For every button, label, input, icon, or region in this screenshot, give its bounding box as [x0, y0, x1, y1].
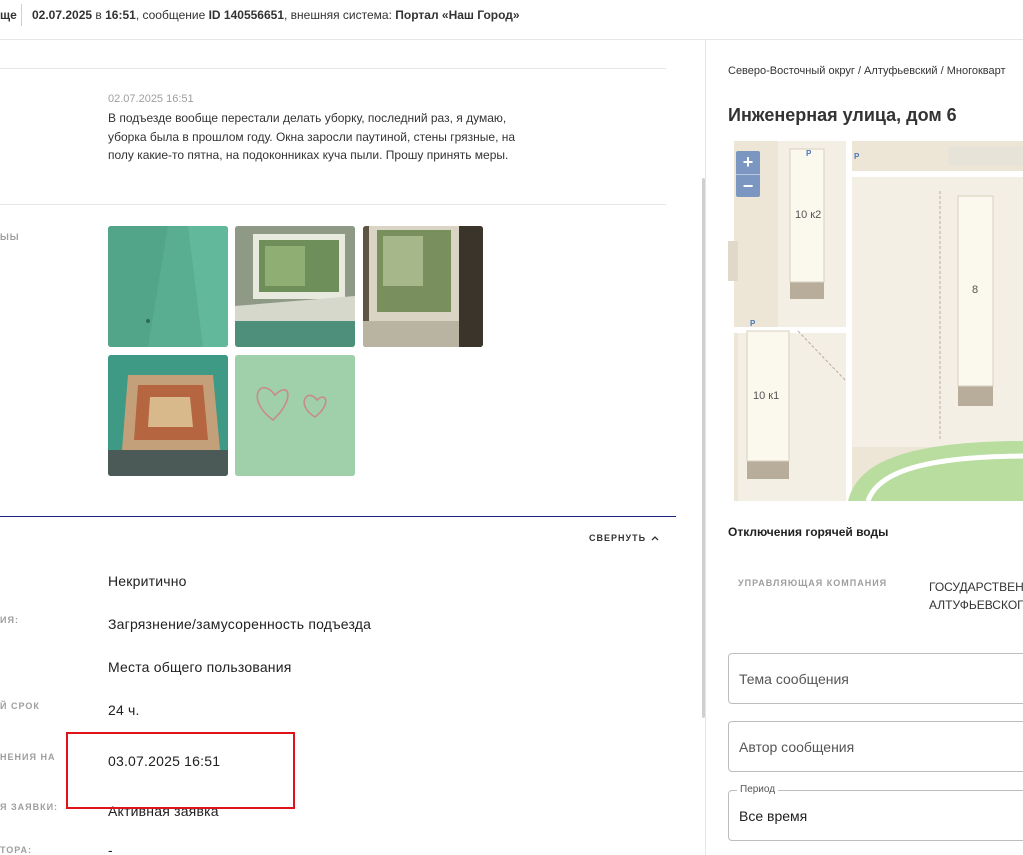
address-panel: Северо-Восточный округ / Алтуфьевский / …: [706, 40, 1023, 855]
hot-water-outages-title: Отключения горячей воды: [728, 525, 889, 539]
detail-value-location: Места общего пользования: [108, 659, 292, 675]
detail-value-criticality: Некритично: [108, 573, 187, 589]
management-company-label: УПРАВЛЯЮЩАЯ КОМПАНИЯ: [738, 578, 888, 588]
collapse-button[interactable]: СВЕРНУТЬ: [589, 533, 659, 543]
detail-label: Я ЗАЯВКИ:: [0, 802, 59, 812]
photos-label: ЫЫ: [0, 232, 20, 242]
zoom-out-button[interactable]: −: [736, 174, 760, 197]
message-date: 02.07.2025 16:51: [108, 93, 194, 105]
chevron-up-icon: [651, 536, 659, 541]
header-msg-prefix: , сообщение: [135, 8, 209, 22]
photo-thumbnail[interactable]: [235, 226, 355, 347]
header-system-prefix: , внешняя система:: [284, 8, 396, 22]
photo-green-wall: [108, 226, 228, 347]
photo-thumbnail[interactable]: [235, 355, 355, 476]
detail-label: НЕНИЯ НА: [0, 752, 56, 762]
header-info: 02.07.2025 в 16:51, сообщение ID 1405566…: [32, 8, 520, 22]
photo-floor-tiles: [108, 355, 228, 476]
map-building-label: 10 к2: [795, 209, 822, 221]
detail-value-executor: -: [108, 842, 113, 855]
header-in: в: [92, 8, 106, 22]
map-view[interactable]: 10 к2 8 10 к1 P P P + −: [728, 141, 1023, 501]
map-canvas: [728, 141, 1023, 501]
header-date: 02.07.2025: [32, 8, 93, 22]
zoom-in-button[interactable]: +: [736, 151, 760, 174]
collapse-label: СВЕРНУТЬ: [589, 533, 647, 543]
period-label: Период: [737, 784, 779, 795]
management-company-line: ГОСУДАРСТВЕН: [929, 580, 1023, 594]
header-tail-text: ще: [0, 8, 17, 22]
photo-thumbnail[interactable]: [108, 226, 228, 347]
photo-thumbnail[interactable]: [108, 355, 228, 476]
section-divider: [0, 516, 676, 517]
parking-icon: P: [854, 152, 860, 161]
divider-line: [0, 204, 666, 205]
photo-window-sill: [235, 226, 355, 347]
period-select[interactable]: Период Все время: [728, 784, 1023, 841]
breadcrumb[interactable]: Северо-Восточный округ / Алтуфьевский / …: [728, 65, 1006, 77]
divider-line: [0, 68, 666, 69]
photo-thumbnail[interactable]: [363, 226, 483, 347]
topic-field[interactable]: [728, 653, 1023, 704]
management-company-value: ГОСУДАРСТВЕН АЛТУФЬЕВСКОГ: [929, 578, 1023, 614]
parking-icon: P: [750, 319, 756, 328]
message-text: В подъезде вообще перестали делать уборк…: [108, 111, 516, 162]
header-time: 16:51: [105, 8, 136, 22]
header-separator: [21, 4, 22, 26]
map-building-label: 8: [972, 284, 979, 296]
detail-label: ТОРА:: [0, 845, 32, 855]
top-bar: ще 02.07.2025 в 16:51, сообщение ID 1405…: [0, 0, 1023, 40]
detail-value-category: Загрязнение/замусоренность подъезда: [108, 616, 372, 632]
author-input[interactable]: [729, 722, 1023, 771]
detail-label: Й СРОК: [0, 701, 40, 711]
header-msg-id: ID 140556651: [208, 8, 284, 22]
detail-value-deadline: 24 ч.: [108, 702, 140, 718]
management-company-line: АЛТУФЬЕВСКОГ: [929, 598, 1023, 612]
map-building-label: 10 к1: [753, 390, 780, 402]
header-system-name: Портал «Наш Город»: [395, 8, 520, 22]
topic-input[interactable]: [729, 654, 1023, 703]
photo-window-frame: [363, 226, 483, 347]
highlight-box: [66, 732, 295, 809]
detail-label: ИЯ:: [0, 615, 19, 625]
address-title: Инженерная улица, дом 6: [728, 105, 957, 125]
photo-wall-drawing: [235, 355, 355, 476]
map-zoom-control: + −: [736, 151, 760, 197]
period-selected-value: Все время: [739, 808, 808, 824]
author-field[interactable]: [728, 721, 1023, 772]
parking-icon: P: [806, 149, 812, 158]
